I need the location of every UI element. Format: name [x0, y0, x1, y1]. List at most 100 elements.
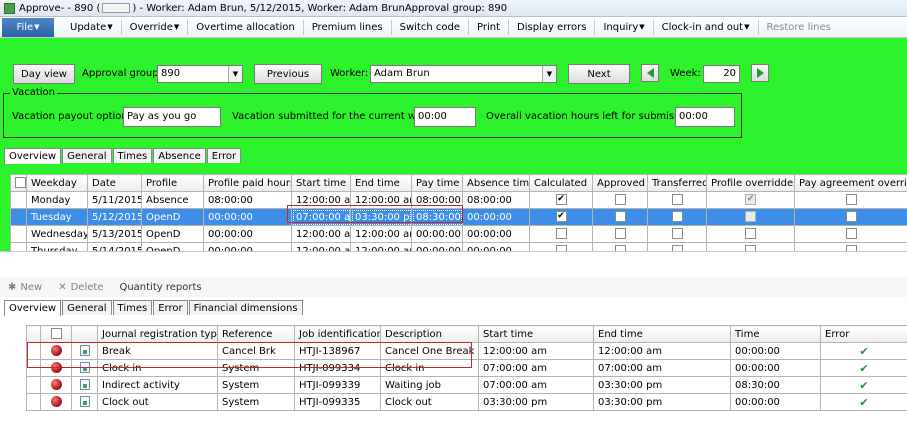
- tab-absence[interactable]: Absence: [153, 148, 206, 163]
- column-header[interactable]: Calculated: [529, 174, 593, 192]
- tab-general[interactable]: General: [62, 148, 112, 163]
- next-button[interactable]: Next: [568, 64, 630, 84]
- column-header[interactable]: Start time: [291, 174, 351, 192]
- cell-error: ✔: [820, 376, 907, 394]
- column-header[interactable]: End time: [593, 325, 731, 343]
- document-icon[interactable]: [79, 345, 90, 357]
- menu-inquiry[interactable]: Inquiry ▼: [595, 18, 652, 37]
- row-selector[interactable]: [10, 225, 27, 243]
- approval-group-select[interactable]: 890 ▼: [157, 65, 243, 83]
- column-header[interactable]: Start time: [478, 325, 594, 343]
- tab-times[interactable]: Times: [112, 148, 153, 163]
- tab-times[interactable]: Times: [112, 300, 153, 315]
- menu-update[interactable]: Update ▼: [62, 18, 121, 37]
- tab-general[interactable]: General: [62, 300, 112, 315]
- column-header[interactable]: Journal registration type: [97, 325, 218, 343]
- column-header[interactable]: Job identification: [294, 325, 381, 343]
- previous-week-button[interactable]: [641, 64, 659, 82]
- checkbox[interactable]: [15, 177, 26, 189]
- column-header[interactable]: Transferred: [647, 174, 707, 192]
- row-selector[interactable]: [26, 342, 41, 360]
- vacation-submitted-field[interactable]: 00:00: [414, 107, 476, 127]
- checkbox[interactable]: [845, 228, 857, 240]
- table-row[interactable]: Clock in System HTJI-099334 Clock in 07:00:0…: [26, 359, 907, 377]
- cell-job: HTJI-099334: [294, 359, 381, 377]
- checkbox[interactable]: ✔: [555, 194, 567, 206]
- new-button[interactable]: ✱ New: [0, 282, 50, 293]
- checkbox[interactable]: [745, 228, 756, 240]
- quantity-reports-button[interactable]: Quantity reports: [111, 282, 209, 293]
- menu-switch-code[interactable]: Switch code: [392, 18, 468, 37]
- vacation-payout-label: Vacation payout option:: [12, 111, 132, 122]
- column-header[interactable]: Date: [87, 174, 142, 192]
- previous-button[interactable]: Previous: [254, 64, 322, 84]
- table-row[interactable]: Wednesday 5/13/2015 OpenD 00:00:00 12:00:00 …: [10, 225, 907, 243]
- status-cell: [40, 342, 72, 360]
- vacation-payout-field[interactable]: Pay as you go: [123, 107, 221, 127]
- column-header[interactable]: Profile overridden: [706, 174, 795, 192]
- new-label: New: [20, 281, 43, 293]
- menu-overtime-allocation[interactable]: Overtime allocation: [188, 18, 302, 37]
- column-header[interactable]: End time: [350, 174, 412, 192]
- column-header[interactable]: Absence time: [462, 174, 530, 192]
- chevron-down-icon[interactable]: ▼: [542, 66, 556, 82]
- worker-select[interactable]: Adam Brun ▼: [370, 65, 557, 83]
- column-header[interactable]: Time: [730, 325, 821, 343]
- row-selector[interactable]: [10, 191, 27, 209]
- document-icon[interactable]: [79, 396, 90, 408]
- week-input[interactable]: 20: [703, 65, 740, 83]
- checkbox[interactable]: [671, 211, 683, 223]
- menu-label: Override: [129, 21, 173, 33]
- menu-clock-in-and-out[interactable]: Clock-in and out ▼: [654, 18, 758, 37]
- tab-overview[interactable]: Overview: [4, 300, 62, 316]
- document-icon[interactable]: [79, 379, 90, 391]
- column-header[interactable]: Reference: [217, 325, 295, 343]
- table-row[interactable]: Indirect activity System HTJI-099339 Waitin…: [26, 376, 907, 394]
- column-header[interactable]: Profile: [141, 174, 204, 192]
- row-selector[interactable]: [10, 208, 27, 226]
- select-all-header[interactable]: [10, 174, 27, 192]
- column-header[interactable]: Pay time: [411, 174, 463, 192]
- delete-button[interactable]: ✕ Delete: [50, 282, 111, 293]
- checkbox[interactable]: [614, 228, 626, 240]
- table-row[interactable]: Clock out System HTJI-099335 Clock out 03:30…: [26, 393, 907, 411]
- tab-overview[interactable]: Overview: [4, 148, 62, 164]
- row-selector[interactable]: [26, 376, 41, 394]
- checkbox[interactable]: [614, 194, 626, 206]
- file-menu-button[interactable]: File ▼: [2, 17, 54, 37]
- row-selector[interactable]: [26, 359, 41, 377]
- menu-display-errors[interactable]: Display errors: [509, 18, 594, 37]
- menu-print[interactable]: Print: [469, 18, 508, 37]
- document-icon[interactable]: [79, 362, 90, 374]
- table-row[interactable]: Break Cancel Brk HTJI-138967 Cancel One Bre…: [26, 342, 907, 360]
- next-week-button[interactable]: [751, 64, 769, 82]
- checkbox[interactable]: [671, 194, 683, 206]
- row-selector[interactable]: [26, 393, 41, 411]
- table-row[interactable]: Monday 5/11/2015 Absence 08:00:00 12:00:00 a…: [10, 191, 907, 209]
- table-row[interactable]: Tuesday5/12/2015OpenD00:00:0007:00:00 am…: [10, 208, 907, 226]
- column-header[interactable]: Error: [820, 325, 907, 343]
- checkbox[interactable]: [555, 228, 567, 240]
- checkbox[interactable]: [845, 194, 857, 206]
- cell-paid: 00:00:00: [203, 208, 292, 226]
- tab-error[interactable]: Error: [206, 148, 242, 163]
- column-header[interactable]: Pay agreement overridden: [794, 174, 907, 192]
- day-view-button[interactable]: Day view: [13, 64, 75, 84]
- checkbox[interactable]: [50, 328, 62, 340]
- checkbox[interactable]: [671, 228, 683, 240]
- tab-financial-dimensions[interactable]: Financial dimensions: [188, 300, 303, 315]
- checkbox[interactable]: [614, 211, 626, 223]
- checkbox[interactable]: ✔: [555, 211, 567, 223]
- select-all-header[interactable]: [40, 325, 72, 343]
- menu-premium-lines[interactable]: Premium lines: [304, 18, 391, 37]
- column-header[interactable]: Weekday: [26, 174, 88, 192]
- column-header[interactable]: Description: [380, 325, 479, 343]
- checkbox[interactable]: [845, 211, 857, 223]
- vacation-left-field[interactable]: 00:00: [675, 107, 735, 127]
- column-header[interactable]: Profile paid hours: [203, 174, 292, 192]
- menu-override[interactable]: Override ▼: [122, 18, 188, 37]
- column-header[interactable]: Approved: [592, 174, 648, 192]
- chevron-down-icon[interactable]: ▼: [228, 66, 242, 82]
- tab-error[interactable]: Error: [153, 300, 188, 315]
- cell-profile_overridden: [706, 225, 795, 243]
